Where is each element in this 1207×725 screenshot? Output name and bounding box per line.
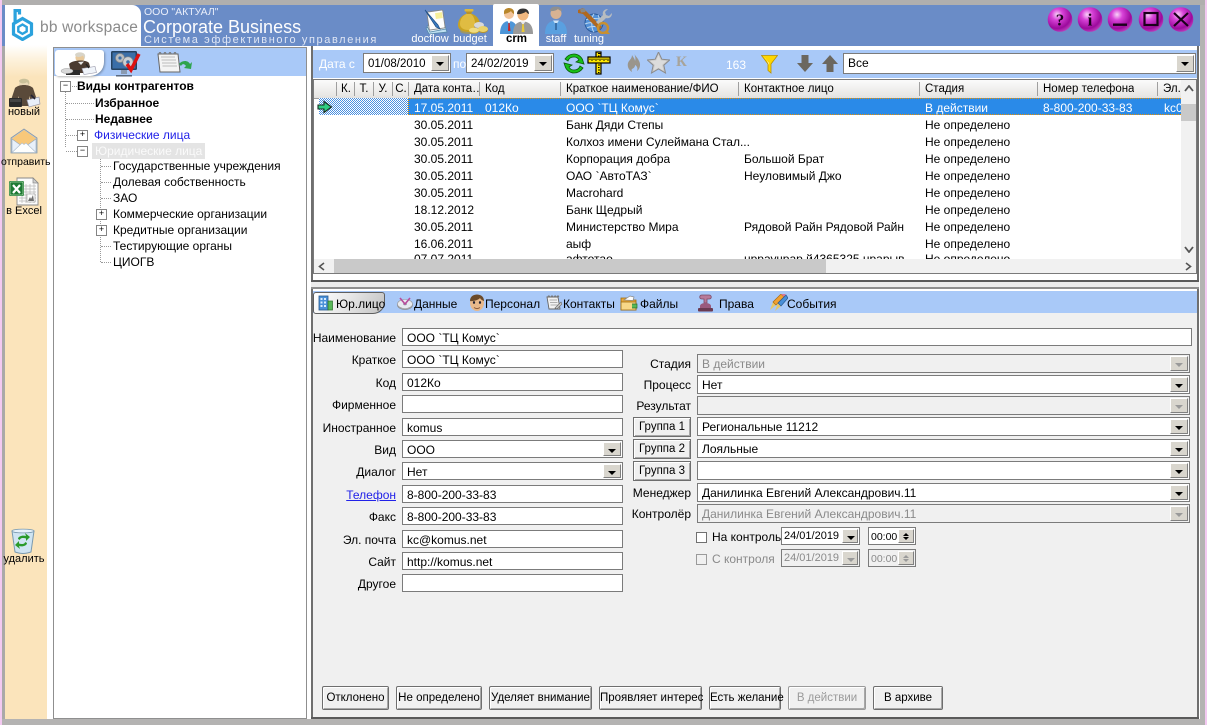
svg-text:?: ? [1056,11,1065,30]
svg-text:i: i [1088,11,1093,30]
